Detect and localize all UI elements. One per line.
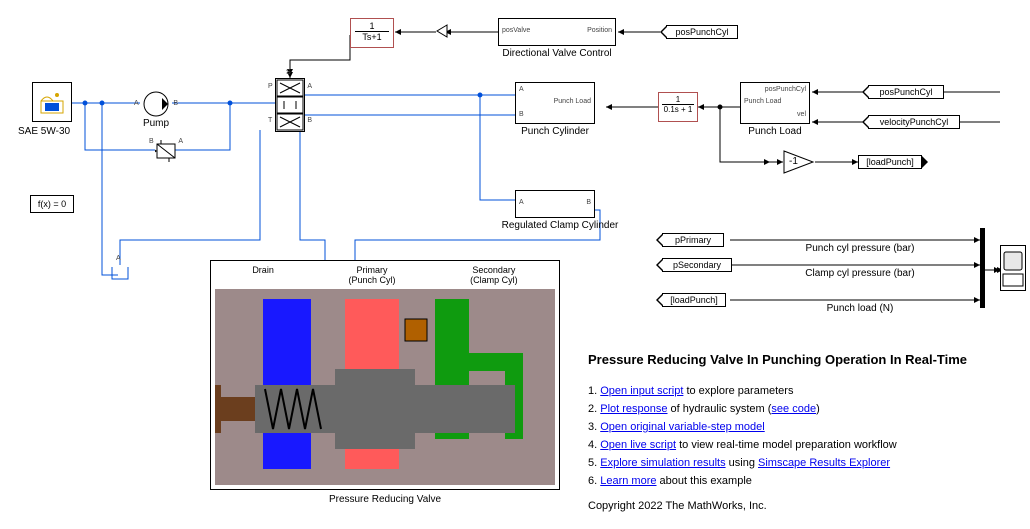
- dvc-in: Position: [587, 27, 612, 34]
- dv-port-b: B: [307, 117, 312, 124]
- prv-subsystem-block[interactable]: Drain Primary(Punch Cyl) Secondary(Clamp…: [210, 260, 560, 490]
- dv-port-s: S: [286, 69, 291, 76]
- link-simscape-explorer[interactable]: Simscape Results Explorer: [758, 457, 890, 469]
- cc-port-b: B: [586, 199, 591, 206]
- relief-valve-block[interactable]: A B: [155, 138, 177, 164]
- tf2-block[interactable]: 1 0.1s + 1: [658, 92, 698, 122]
- fluid-source-label: SAE 5W-30: [18, 126, 88, 137]
- from-pospunchcyl-2[interactable]: posPunchCyl: [868, 85, 944, 99]
- clamp-cyl-label: Regulated Clamp Cylinder: [500, 220, 620, 231]
- cc-port-a: A: [519, 199, 524, 206]
- punch-cyl-label: Punch Cylinder: [510, 126, 600, 137]
- from-pospunchcyl-1[interactable]: posPunchCyl: [666, 25, 738, 39]
- copyright: Copyright 2022 The MathWorks, Inc.: [588, 500, 1028, 512]
- tf2-num: 1: [662, 95, 694, 105]
- punchload-label: Punch Load: [740, 126, 810, 137]
- pl-out: Punch Load: [744, 98, 781, 105]
- from-psecondary[interactable]: pSecondary: [662, 258, 732, 272]
- dv-port-a: A: [307, 83, 312, 90]
- prv-label: Pressure Reducing Valve: [210, 494, 560, 505]
- mux-sig2: Clamp cyl pressure (bar): [760, 268, 960, 279]
- hydraulic-reference-icon[interactable]: A: [110, 265, 130, 288]
- tf1-den: Ts+1: [351, 32, 393, 42]
- prv-secondary-top: Secondary: [472, 265, 515, 275]
- tf1-num: 1: [355, 21, 389, 32]
- goto-loadpunch[interactable]: [loadPunch]: [858, 155, 922, 169]
- pump-port-b: B: [173, 100, 178, 107]
- page-title: Pressure Reducing Valve In Punching Oper…: [588, 352, 1028, 367]
- pc-port-a: A: [519, 86, 524, 93]
- pc-load: Punch Load: [554, 98, 591, 105]
- dvc-block[interactable]: posValve Position: [498, 18, 616, 46]
- clamp-cylinder-block[interactable]: A B: [515, 190, 595, 218]
- pl-in-pos: posPunchCyl: [765, 86, 806, 93]
- pump-port-a: A: [134, 100, 139, 107]
- link-plot-response[interactable]: Plot response: [600, 403, 667, 415]
- fluid-source-block[interactable]: [32, 82, 72, 122]
- gain-block[interactable]: -1: [783, 150, 815, 177]
- from-pprimary[interactable]: pPrimary: [662, 233, 724, 247]
- dvc-out: posValve: [502, 27, 530, 34]
- relief-port-a: A: [178, 138, 183, 145]
- pump-block[interactable]: A B: [140, 88, 172, 120]
- link-learn-more[interactable]: Learn more: [600, 475, 656, 487]
- punchload-block[interactable]: Punch Load posPunchCyl vel: [740, 82, 810, 124]
- mux-sig3: Punch load (N): [760, 303, 960, 314]
- tf2-den: 0.1s + 1: [659, 105, 697, 114]
- link-explore-sim[interactable]: Explore simulation results: [600, 457, 725, 469]
- link-open-input-script[interactable]: Open input script: [600, 385, 683, 397]
- info-list: 1. Open input script to explore paramete…: [588, 382, 1028, 490]
- solver-config-block[interactable]: f(x) = 0: [30, 195, 74, 213]
- link-open-live-script[interactable]: Open live script: [600, 439, 676, 451]
- prv-primary-top: Primary: [356, 265, 387, 275]
- prv-drain-label: Drain: [252, 265, 274, 289]
- link-open-original[interactable]: Open original variable-step model: [600, 421, 764, 433]
- relief-port-b: B: [149, 138, 154, 145]
- dv-port-p: P: [268, 83, 273, 90]
- prv-secondary-bot: (Clamp Cyl): [470, 275, 518, 285]
- dvc-label: Directional Valve Control: [498, 48, 616, 59]
- dv-port-t: T: [268, 117, 272, 124]
- directional-valve-block[interactable]: P T A B S: [275, 78, 305, 132]
- gain-value: -1: [789, 156, 798, 167]
- from-loadpunch[interactable]: [loadPunch]: [662, 293, 726, 307]
- prv-primary-bot: (Punch Cyl): [348, 275, 395, 285]
- pc-port-b: B: [519, 111, 524, 118]
- mux-bar[interactable]: [980, 228, 985, 308]
- pl-in-vel: vel: [797, 111, 806, 118]
- from-velocitypunchcyl[interactable]: velocityPunchCyl: [868, 115, 960, 129]
- punch-cylinder-block[interactable]: A B Punch Load: [515, 82, 595, 124]
- mux-sig1: Punch cyl pressure (bar): [760, 243, 960, 254]
- tf1-block[interactable]: 1 Ts+1: [350, 18, 394, 48]
- scope-block[interactable]: [1000, 245, 1026, 291]
- prv-crosssection-icon: [215, 289, 555, 485]
- link-see-code[interactable]: see code: [771, 403, 816, 415]
- sim-to-ps-icon[interactable]: [435, 24, 449, 41]
- pump-label: Pump: [140, 118, 172, 129]
